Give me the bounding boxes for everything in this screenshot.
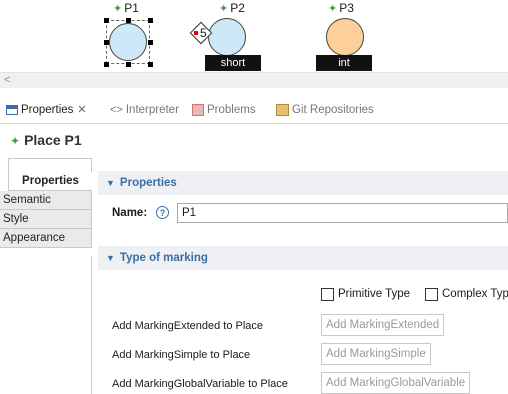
- resize-handle-ne[interactable]: [148, 18, 153, 23]
- scroll-left-icon[interactable]: <: [4, 74, 10, 86]
- side-tab-list: Properties Semantic Style Appearance: [0, 158, 92, 394]
- place-p1-label: ✦ P1: [113, 1, 139, 15]
- place-p2-label: ✦ P2: [219, 1, 245, 15]
- side-tab-semantic[interactable]: Semantic: [0, 191, 92, 210]
- place-p3-circle[interactable]: [326, 18, 364, 56]
- add-marking-global-variable-button[interactable]: Add MarkingGlobalVariable: [321, 372, 471, 394]
- properties-icon: [6, 104, 18, 115]
- marking-token-icon: [194, 31, 198, 35]
- place-icon: ✦: [113, 3, 123, 15]
- add-marking-simple-button[interactable]: Add MarkingSimple: [321, 343, 431, 365]
- resize-handle-se[interactable]: [148, 62, 153, 67]
- name-field[interactable]: P1: [177, 203, 508, 223]
- place-p3-label: ✦ P3: [328, 1, 354, 15]
- resize-handle-nw[interactable]: [104, 18, 109, 23]
- resize-handle-sw[interactable]: [104, 62, 109, 67]
- resize-handle-e[interactable]: [148, 40, 153, 45]
- tab-problems[interactable]: Problems: [192, 102, 256, 118]
- primitive-type-checkbox[interactable]: [321, 288, 334, 301]
- marking-count: 5: [200, 26, 207, 40]
- place-icon: ✦: [219, 3, 229, 15]
- side-tab-border: [8, 158, 92, 172]
- add-marking-extended-button[interactable]: Add MarkingExtended: [321, 314, 445, 336]
- side-tab-appearance[interactable]: Appearance: [0, 229, 92, 248]
- place-p2-circle[interactable]: [208, 18, 246, 56]
- place-p2-type-tag: short: [205, 55, 261, 71]
- tab-properties[interactable]: Properties ✕: [6, 102, 87, 118]
- diagram-canvas[interactable]: ✦ P1 ✦ P2 5 short ✦ P3 int: [0, 0, 508, 72]
- name-label: Name:: [112, 207, 148, 219]
- interpreter-icon: <>: [110, 104, 123, 116]
- complex-type-checkbox[interactable]: [425, 288, 438, 301]
- tab-interpreter[interactable]: <> Interpreter: [110, 102, 179, 118]
- horizontal-scrollbar[interactable]: <: [0, 72, 508, 88]
- place-p3-type-tag: int: [316, 55, 372, 71]
- add-marking-extended-label: Add MarkingExtended to Place: [112, 320, 264, 332]
- page-title: ✦ Place P1: [10, 132, 82, 148]
- resize-handle-s[interactable]: [126, 62, 131, 67]
- help-icon[interactable]: ?: [156, 206, 169, 219]
- complex-type-label: Complex Typ: [442, 288, 508, 300]
- side-tab-style[interactable]: Style: [0, 210, 92, 229]
- collapse-triangle-icon: ▼: [106, 178, 115, 188]
- close-icon[interactable]: ✕: [77, 104, 86, 116]
- problems-icon: [192, 103, 204, 116]
- place-icon: ✦: [328, 3, 338, 15]
- place-p1-circle[interactable]: [109, 23, 147, 61]
- marking-badge: 5: [189, 21, 213, 45]
- properties-section-header[interactable]: ▼ Properties: [98, 171, 508, 195]
- place-icon: ✦: [10, 134, 21, 148]
- type-of-marking-section-header[interactable]: ▼ Type of marking: [98, 246, 508, 270]
- add-marking-simple-label: Add MarkingSimple to Place: [112, 349, 251, 361]
- tab-git-repositories[interactable]: Git Repositories: [276, 102, 374, 118]
- add-marking-global-variable-label: Add MarkingGlobalVariable to Place: [112, 378, 288, 390]
- side-tab-filler: [0, 256, 92, 394]
- view-tab-bar: Properties ✕ <> Interpreter Problems Git R…: [0, 96, 508, 124]
- side-tab-properties[interactable]: Properties: [8, 172, 92, 191]
- primitive-type-label: Primitive Type: [338, 288, 411, 300]
- git-icon: [276, 103, 289, 116]
- collapse-triangle-icon: ▼: [106, 253, 115, 263]
